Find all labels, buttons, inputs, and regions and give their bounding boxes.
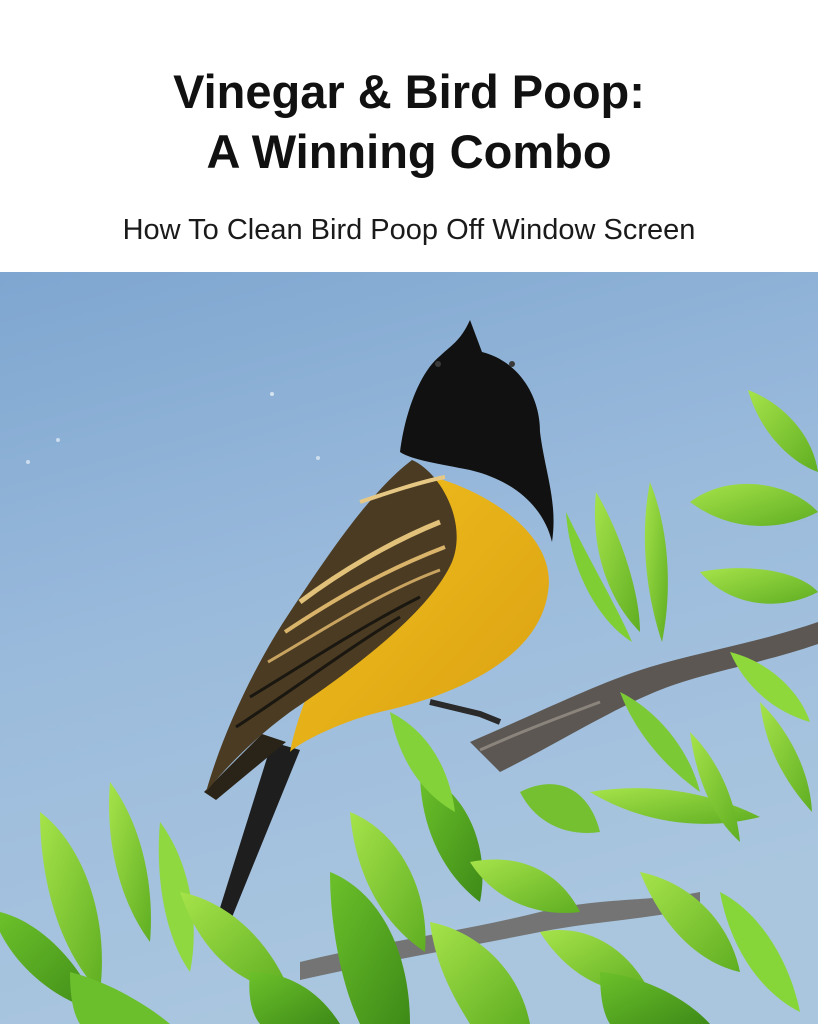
title-line-1: Vinegar & Bird Poop:: [173, 65, 645, 118]
header: Vinegar & Bird Poop: A Winning Combo How…: [0, 0, 818, 272]
hero-photo: [0, 272, 818, 1024]
page-title: Vinegar & Bird Poop: A Winning Combo: [0, 62, 818, 182]
title-line-2: A Winning Combo: [206, 125, 612, 178]
page-subtitle: How To Clean Bird Poop Off Window Screen: [122, 214, 696, 246]
bird-illustration: [0, 272, 818, 1024]
